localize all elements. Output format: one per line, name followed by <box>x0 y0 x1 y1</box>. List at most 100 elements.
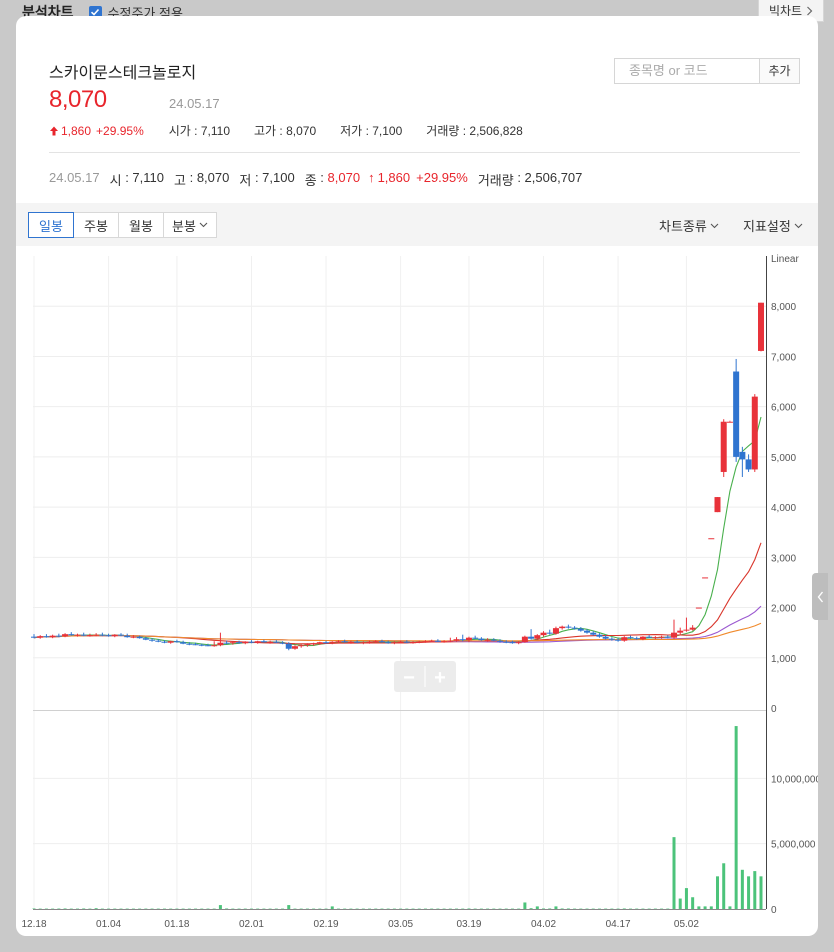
candle-body <box>422 641 429 643</box>
volume-bar <box>728 906 732 909</box>
tab-daily[interactable]: 일봉 <box>28 212 74 238</box>
zoom-in-button[interactable]: + <box>434 667 446 689</box>
candle-body <box>726 421 733 423</box>
candle-body <box>447 640 454 642</box>
zoom-out-button[interactable]: − <box>403 667 415 689</box>
date-tick-label: 04.17 <box>606 919 631 930</box>
volume-bar <box>734 726 738 909</box>
candle-body <box>161 641 168 643</box>
candle-body <box>465 637 472 641</box>
candle-body <box>751 396 758 470</box>
volume-bar <box>467 908 471 909</box>
volume-tick-label: 5,000,000 <box>771 840 816 851</box>
candle-body <box>304 644 311 646</box>
candle-body <box>658 636 665 638</box>
candle-body <box>366 641 373 643</box>
date-tick-label: 03.19 <box>456 919 481 930</box>
side-panel-toggle[interactable] <box>812 573 828 620</box>
candle-body <box>521 636 528 643</box>
volume-bar <box>225 908 229 909</box>
candle-body <box>602 636 609 639</box>
date-tick-label: 01.18 <box>164 919 189 930</box>
candle-body <box>528 636 535 639</box>
candle-body <box>608 638 615 640</box>
candle-body <box>329 641 336 643</box>
candle-body <box>639 636 646 640</box>
candle-body <box>149 639 156 641</box>
candle-body <box>117 634 124 636</box>
candle-body <box>633 638 640 640</box>
volume-bar <box>554 906 558 909</box>
candle-body <box>627 637 634 639</box>
price-tick-label: 7,000 <box>771 352 796 363</box>
candle-body <box>316 642 323 644</box>
volume-bar <box>684 888 688 909</box>
volume-bar <box>63 908 67 909</box>
candlesticks <box>31 302 764 651</box>
candle-body <box>180 642 187 644</box>
volume-bar <box>753 871 757 909</box>
candle-body <box>453 639 460 641</box>
candle-body <box>490 639 497 641</box>
candle-body <box>689 627 696 630</box>
candle-body <box>385 642 392 644</box>
candle-body <box>310 643 317 645</box>
candle-body <box>714 497 721 513</box>
candle-body <box>211 645 218 647</box>
candle-body <box>62 634 69 637</box>
candle-body <box>441 641 448 643</box>
candle-body <box>577 628 584 631</box>
volume-bar <box>523 902 527 909</box>
candle-body <box>559 626 566 629</box>
candle-body <box>130 636 137 638</box>
candle-body <box>702 577 709 579</box>
candle-body <box>403 641 410 643</box>
candle-body <box>136 636 143 639</box>
volume-bar <box>94 908 98 909</box>
candle-body <box>354 641 361 643</box>
candle-body <box>434 640 441 642</box>
candle-body <box>596 634 603 637</box>
candle-body <box>323 642 330 644</box>
candle-body <box>43 636 50 638</box>
stock-chart[interactable]: 0 1,000 2,000 3,000 4,000 5,000 6,000 7,000 8,00… <box>16 16 818 936</box>
date-tick-label: 03.05 <box>388 919 413 930</box>
zoom-controls[interactable]: − + <box>394 661 456 692</box>
candle-body <box>552 628 559 634</box>
volume-bar <box>548 908 552 909</box>
moving-average-ma20 <box>33 542 762 645</box>
volume-bar <box>740 869 744 909</box>
price-tick-label: 5,000 <box>771 453 796 464</box>
candle-body <box>621 637 628 641</box>
volume-bar <box>691 897 695 909</box>
candle-body <box>683 629 690 631</box>
volume-bar <box>287 905 291 909</box>
candle-body <box>671 632 678 638</box>
candle-body <box>99 634 106 636</box>
candle-body <box>55 635 62 637</box>
candle-body <box>260 641 267 643</box>
candle-body <box>615 639 622 641</box>
date-tick-label: 01.04 <box>96 919 121 930</box>
date-tick-label: 12.18 <box>21 919 46 930</box>
price-tick-label: 4,000 <box>771 503 796 514</box>
candle-body <box>111 634 118 637</box>
candle-body <box>204 645 211 647</box>
candle-body <box>571 627 578 629</box>
candle-body <box>273 641 280 643</box>
candle-body <box>279 642 286 644</box>
candle-body <box>534 635 541 639</box>
candle-body <box>86 635 93 637</box>
candle-body <box>254 641 261 643</box>
candle-body <box>74 634 81 636</box>
candle-body <box>497 640 504 642</box>
date-tick-label: 02.19 <box>314 919 339 930</box>
candle-body <box>229 642 236 644</box>
candle-body <box>546 632 553 634</box>
chart-grid <box>33 256 766 909</box>
price-tick-label: 6,000 <box>771 403 796 414</box>
candle-body <box>515 642 522 644</box>
candle-body <box>360 642 367 644</box>
candle-body <box>192 644 199 646</box>
candle-body <box>124 635 131 638</box>
